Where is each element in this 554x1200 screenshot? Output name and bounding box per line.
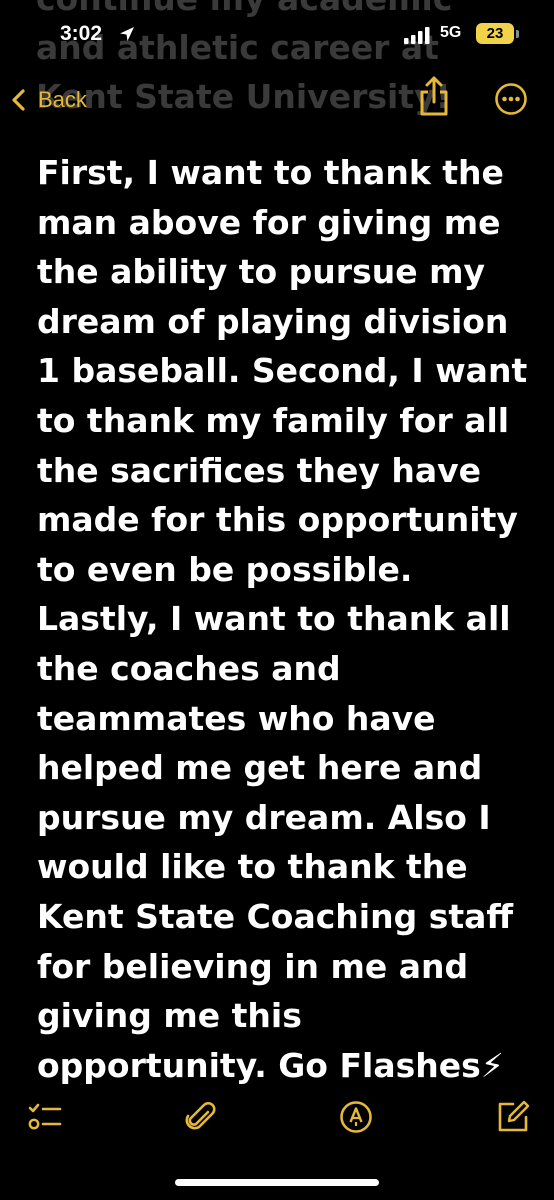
note-line: to thank my family for all <box>37 400 510 440</box>
note-line: 1 baseball. Second, I want <box>37 351 528 391</box>
note-line: Lastly, I want to thank all <box>37 599 511 639</box>
note-line: would like to thank the <box>37 847 468 887</box>
note-line: the sacrifices they have <box>37 450 482 490</box>
paperclip-icon[interactable] <box>184 1100 218 1134</box>
chevron-left-icon <box>12 89 25 111</box>
note-line: giving me this <box>37 996 302 1036</box>
location-arrow-icon <box>120 27 134 41</box>
battery-icon: 23 <box>476 23 514 44</box>
home-indicator[interactable] <box>175 1179 379 1186</box>
note-line: to even be possible. <box>37 549 413 589</box>
network-type: 5G <box>440 24 462 41</box>
note-line: man above for giving me <box>37 202 501 242</box>
note-line: pursue my dream. Also I <box>37 797 491 837</box>
note-line: the coaches and <box>37 648 341 688</box>
markup-pen-icon[interactable] <box>339 1100 373 1134</box>
note-line: First, I want to thank the <box>37 153 504 192</box>
note-body[interactable]: First, I want to thank the man above for… <box>37 148 547 1090</box>
note-line: helped me get here and <box>37 748 483 788</box>
note-line: teammates who have <box>37 698 436 738</box>
ellipsis-circle-icon[interactable] <box>494 82 528 116</box>
nav-bar: Back <box>0 62 554 138</box>
share-icon[interactable] <box>416 74 452 118</box>
bottom-toolbar <box>0 1090 554 1150</box>
compose-icon[interactable] <box>496 1100 530 1134</box>
note-line: dream of playing division <box>37 301 509 341</box>
status-bar: 3:02 5G 23 <box>0 0 554 62</box>
note-line: opportunity. Go Flashes⚡ <box>37 1045 504 1085</box>
status-time: 3:02 <box>60 22 103 45</box>
note-line: Kent State Coaching staff <box>37 896 514 936</box>
battery-level: 23 <box>486 25 504 42</box>
checklist-icon[interactable] <box>28 1100 62 1134</box>
note-line: the ability to pursue my <box>37 252 485 292</box>
cellular-signal-icon <box>404 27 430 44</box>
back-button[interactable]: Back <box>8 80 87 120</box>
battery-nub <box>516 30 519 38</box>
note-line: for believing in me and <box>37 946 469 986</box>
back-label: Back <box>38 87 87 112</box>
note-line: made for this opportunity <box>37 500 518 540</box>
